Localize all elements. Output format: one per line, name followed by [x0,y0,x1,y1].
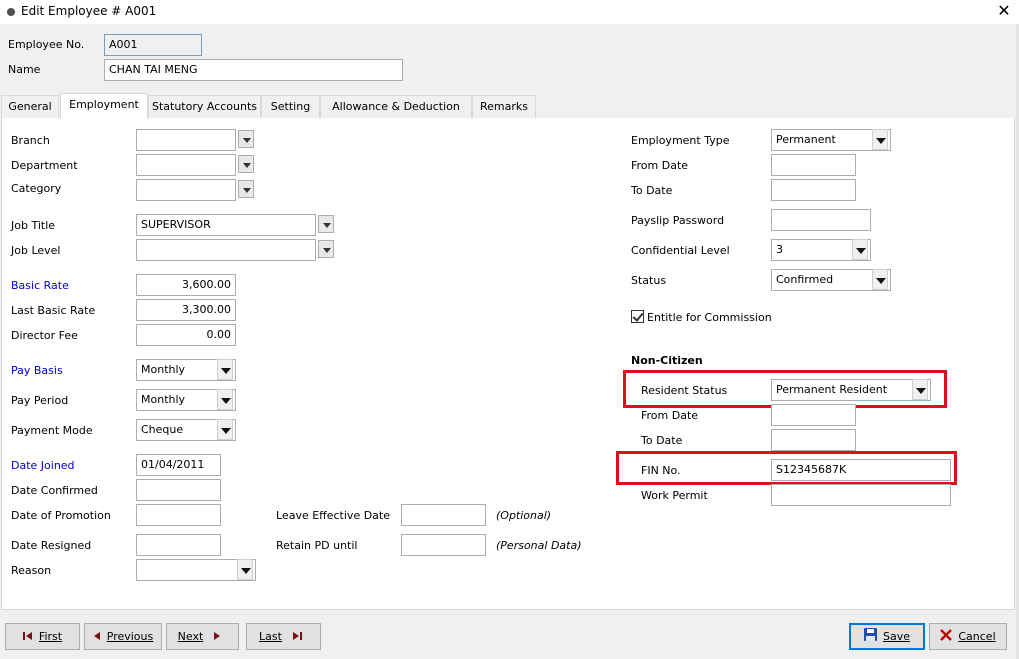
employment-type-chevron-down-icon[interactable] [872,129,888,150]
save-button-label: Save [882,630,910,643]
confidential-level-label: Confidential Level [631,244,730,257]
first-button-label: First [38,630,63,643]
next-record-icon [213,625,221,650]
job-level-label: Job Level [11,244,61,257]
employee-no-label: Employee No. [8,38,85,51]
tab-setting[interactable]: Setting [261,95,320,118]
tab-statutory-accounts[interactable]: Statutory Accounts [148,95,261,118]
previous-record-icon [93,625,101,650]
from-date-field[interactable] [771,154,856,176]
category-lookup-button[interactable] [238,180,254,198]
payment-mode-label: Payment Mode [11,424,93,437]
nc-to-date-field[interactable] [771,429,856,451]
director-fee-field[interactable]: 0.00 [136,324,236,346]
resident-status-highlight [623,370,947,408]
first-button[interactable]: First [5,623,80,650]
date-joined-label: Date Joined [11,459,75,472]
window-title: Edit Employee # A001 [21,4,157,18]
previous-button[interactable]: Previous [84,623,162,650]
reason-chevron-down-icon[interactable] [237,559,253,580]
cancel-button-label: Cancel [958,630,996,643]
payment-mode-chevron-down-icon[interactable] [217,419,233,440]
branch-field[interactable] [136,129,236,151]
department-field[interactable] [136,154,236,176]
job-level-field[interactable] [136,239,316,261]
last-record-icon [292,625,302,650]
retain-pd-until-label: Retain PD until [276,539,358,552]
branch-label: Branch [11,134,50,147]
last-basic-rate-field[interactable]: 3,300.00 [136,299,236,321]
nc-from-date-label: From Date [641,409,699,422]
status-label: Status [631,274,667,287]
employee-no-field[interactable]: A001 [104,34,202,56]
category-field[interactable] [136,179,236,201]
date-joined-field[interactable]: 01/04/2011 [136,454,221,476]
status-chevron-down-icon[interactable] [872,269,888,290]
tab-remarks[interactable]: Remarks [472,95,536,118]
last-basic-rate-label: Last Basic Rate [11,304,96,317]
save-button[interactable]: Save [849,623,925,650]
cancel-x-icon [940,625,953,650]
pay-basis-label: Pay Basis [11,364,63,377]
personal-data-note: (Personal Data) [496,539,582,552]
entitle-commission-label: Entitle for Commission [647,311,772,324]
to-date-label: To Date [631,184,673,197]
work-permit-label: Work Permit [641,489,708,502]
job-title-label: Job Title [11,219,56,232]
window-icon [7,8,15,16]
nc-from-date-field[interactable] [771,404,856,426]
first-record-icon [22,625,33,650]
work-permit-field[interactable] [771,484,951,506]
entitle-commission-checkbox[interactable] [631,310,644,323]
payslip-password-field[interactable] [771,209,871,231]
pay-period-label: Pay Period [11,394,69,407]
date-of-promotion-field[interactable] [136,504,221,526]
basic-rate-label: Basic Rate [11,279,69,292]
leave-effective-date-label: Leave Effective Date [276,509,390,522]
last-button-label: Last [259,630,282,643]
date-resigned-field[interactable] [136,534,221,556]
job-level-lookup-button[interactable] [318,240,334,258]
job-title-field[interactable]: SUPERVISOR [136,214,316,236]
confidential-level-chevron-down-icon[interactable] [852,239,868,260]
job-title-lookup-button[interactable] [318,215,334,233]
cancel-button[interactable]: Cancel [929,623,1007,650]
tab-general[interactable]: General [1,95,59,118]
leave-effective-date-field[interactable] [401,504,486,526]
next-button-label: Next [177,630,204,643]
date-confirmed-field[interactable] [136,479,221,501]
basic-rate-field[interactable]: 3,600.00 [136,274,236,296]
fin-no-highlight [616,451,957,485]
last-button[interactable]: Last [246,623,321,650]
previous-button-label: Previous [106,630,154,643]
tab-allowance-deduction[interactable]: Allowance & Deduction [320,95,472,118]
non-citizen-heading: Non-Citizen [631,354,703,367]
name-label: Name [8,63,41,76]
payslip-password-label: Payslip Password [631,214,725,227]
employment-type-label: Employment Type [631,134,730,147]
tab-employment[interactable]: Employment [60,93,148,119]
retain-pd-until-field[interactable] [401,534,486,556]
nc-to-date-label: To Date [641,434,683,447]
date-of-promotion-label: Date of Promotion [11,509,111,522]
department-label: Department [11,159,78,172]
reason-label: Reason [11,564,52,577]
department-lookup-button[interactable] [238,155,254,173]
optional-note: (Optional) [496,509,552,522]
name-field[interactable]: CHAN TAI MENG [104,59,403,81]
pay-period-chevron-down-icon[interactable] [217,389,233,410]
date-confirmed-label: Date Confirmed [11,484,98,497]
next-button[interactable]: Next [166,623,239,650]
pay-basis-chevron-down-icon[interactable] [217,359,233,380]
to-date-field[interactable] [771,179,856,201]
branch-lookup-button[interactable] [238,130,254,148]
director-fee-label: Director Fee [11,329,78,342]
from-date-label: From Date [631,159,689,172]
floppy-disk-icon [863,626,877,649]
date-resigned-label: Date Resigned [11,539,92,552]
category-label: Category [11,182,62,195]
close-icon[interactable]: ✕ [995,1,1013,21]
